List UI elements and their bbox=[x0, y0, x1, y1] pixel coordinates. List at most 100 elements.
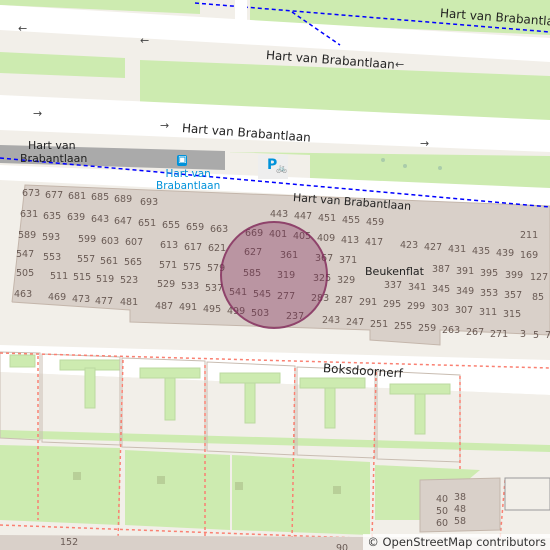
house-number: 60 bbox=[436, 518, 449, 529]
house-number: 547 bbox=[16, 249, 35, 260]
house-number: 635 bbox=[43, 211, 62, 222]
house-number: 311 bbox=[479, 307, 498, 318]
house-number: 38 bbox=[454, 492, 467, 503]
house-number: 357 bbox=[504, 290, 523, 301]
attribution[interactable]: © OpenStreetMap contributors bbox=[363, 534, 550, 550]
house-number: 459 bbox=[366, 217, 385, 228]
house-number: 439 bbox=[496, 248, 515, 259]
house-number: 267 bbox=[466, 327, 485, 338]
house-number: 575 bbox=[183, 262, 202, 273]
house-number: 523 bbox=[120, 275, 139, 286]
bus-stop-label-line2: Brabantlaan bbox=[156, 180, 221, 192]
house-number: 85 bbox=[532, 292, 545, 303]
house-number: 663 bbox=[210, 224, 229, 235]
bicycle-parking-icon: 🚲 bbox=[276, 164, 288, 174]
house-number: 271 bbox=[490, 329, 509, 340]
house-number: 515 bbox=[73, 272, 92, 283]
house-number: 251 bbox=[370, 319, 389, 330]
house-number: 413 bbox=[341, 235, 360, 246]
house-number: 345 bbox=[432, 284, 451, 295]
bus-stop-label: Hart van Brabantlaan bbox=[156, 168, 220, 192]
house-number: 169 bbox=[520, 250, 539, 261]
house-number: 505 bbox=[16, 268, 35, 279]
map-view[interactable]: Hart van Brabantlaan Hart van Brabantlaa… bbox=[0, 0, 550, 550]
stop-label-line1: Hart van bbox=[28, 139, 76, 152]
house-number: 491 bbox=[179, 302, 198, 313]
bus-stop-label-line1: Hart van bbox=[165, 168, 211, 180]
house-number: 473 bbox=[72, 294, 91, 305]
house-number: 263 bbox=[442, 325, 461, 336]
house-number: 435 bbox=[472, 246, 491, 257]
house-number: 417 bbox=[365, 237, 384, 248]
house-number: 211 bbox=[520, 230, 539, 241]
house-number: 427 bbox=[424, 242, 443, 253]
house-number: 557 bbox=[77, 254, 96, 265]
house-number: 639 bbox=[67, 212, 86, 223]
house-number: 349 bbox=[456, 286, 475, 297]
house-number: 329 bbox=[337, 275, 356, 286]
house-number: 243 bbox=[322, 315, 341, 326]
arrow-right-icon: → bbox=[33, 107, 43, 120]
house-number: 431 bbox=[448, 244, 467, 255]
arrow-right-icon: → bbox=[160, 119, 170, 132]
house-number: 511 bbox=[50, 271, 69, 282]
house-number: 495 bbox=[203, 304, 222, 315]
house-number: 395 bbox=[480, 268, 499, 279]
house-number: 299 bbox=[407, 301, 426, 312]
house-number: 647 bbox=[114, 216, 133, 227]
building-name-label: Beukenflat bbox=[365, 265, 424, 278]
arrow-left-icon: ← bbox=[18, 22, 28, 35]
house-number: 3 bbox=[520, 329, 527, 340]
house-number: 287 bbox=[335, 295, 354, 306]
house-number: 533 bbox=[181, 281, 200, 292]
house-number: 391 bbox=[456, 266, 475, 277]
house-number: 693 bbox=[140, 197, 159, 208]
house-number: 152 bbox=[60, 537, 79, 548]
house-number: 58 bbox=[454, 516, 467, 527]
house-number: 651 bbox=[138, 218, 157, 229]
house-number: 463 bbox=[14, 289, 33, 300]
house-number: 291 bbox=[359, 297, 378, 308]
house-number: 655 bbox=[162, 220, 181, 231]
house-number: 259 bbox=[418, 323, 437, 334]
house-number: 481 bbox=[120, 297, 139, 308]
house-number: 681 bbox=[68, 191, 87, 202]
house-number: 617 bbox=[184, 242, 203, 253]
house-number: 90 bbox=[336, 543, 349, 550]
house-number: 685 bbox=[91, 192, 110, 203]
arrow-right-icon: → bbox=[420, 137, 430, 150]
location-marker[interactable] bbox=[220, 221, 328, 329]
house-number: 469 bbox=[48, 292, 67, 303]
house-number: 295 bbox=[383, 299, 402, 310]
house-number: 643 bbox=[91, 214, 110, 225]
house-number: 447 bbox=[294, 211, 313, 222]
house-number: 607 bbox=[125, 237, 144, 248]
house-number: 689 bbox=[114, 194, 133, 205]
arrow-left-icon: ← bbox=[395, 58, 405, 71]
house-number: 307 bbox=[455, 305, 474, 316]
house-number: 50 bbox=[436, 506, 449, 517]
house-number: 631 bbox=[20, 209, 39, 220]
house-number: 553 bbox=[43, 252, 62, 263]
attribution-text[interactable]: © OpenStreetMap contributors bbox=[367, 535, 546, 549]
house-number: 603 bbox=[101, 236, 120, 247]
house-number: 677 bbox=[45, 190, 64, 201]
house-number: 443 bbox=[270, 209, 289, 220]
house-number: 529 bbox=[157, 279, 176, 290]
house-number: 5 bbox=[533, 330, 540, 341]
house-number: 487 bbox=[155, 301, 174, 312]
house-number: 315 bbox=[503, 309, 522, 320]
house-number: 673 bbox=[22, 188, 41, 199]
stop-label: Hart van Brabantlaan bbox=[20, 139, 87, 165]
house-number: 599 bbox=[78, 234, 97, 245]
house-number: 399 bbox=[505, 270, 524, 281]
house-number: 7 bbox=[545, 330, 550, 341]
house-number: 589 bbox=[18, 230, 37, 241]
house-number: 127 bbox=[530, 272, 549, 283]
house-number: 571 bbox=[159, 260, 178, 271]
bus-icon[interactable]: ▣ bbox=[178, 155, 187, 165]
house-number: 659 bbox=[186, 222, 205, 233]
house-number: 303 bbox=[431, 303, 450, 314]
arrow-left-icon: ← bbox=[140, 34, 150, 47]
house-number: 621 bbox=[208, 243, 227, 254]
